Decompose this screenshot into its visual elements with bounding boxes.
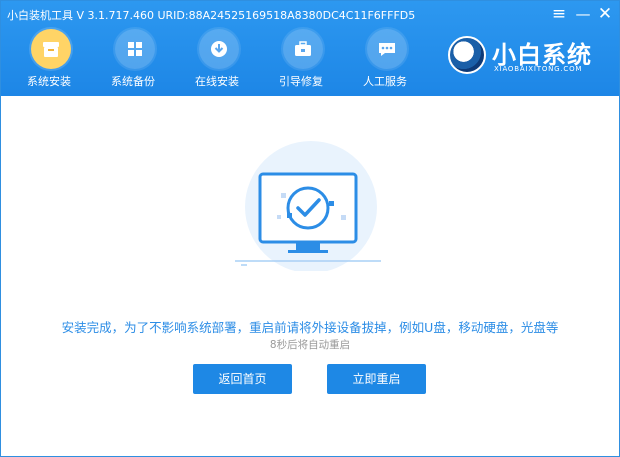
restart-now-button[interactable]: 立即重启 [327, 364, 426, 394]
nav-item-system-install[interactable]: 系统安装 [9, 23, 89, 95]
nav-label: 系统安装 [27, 75, 71, 88]
menu-icon[interactable]: ≡ [549, 4, 569, 24]
nav-item-system-backup[interactable]: 系统备份 [93, 23, 173, 95]
brand-subtitle: XIAOBAIXITONG.COM [494, 65, 583, 73]
main-content: 安装完成，为了不影响系统部署，重启前请将外接设备拔掉，例如U盘，移动硬盘，光盘等… [1, 96, 619, 456]
nav-label: 系统备份 [111, 75, 155, 88]
install-complete-illustration [235, 141, 381, 271]
toolbox-icon [283, 29, 323, 69]
brand-logo [448, 36, 486, 74]
close-icon[interactable]: ✕ [595, 4, 615, 24]
main-nav: 系统安装 系统备份 在线安装 引导修复 人工服务 [1, 23, 431, 95]
installer-window: 小白装机工具 V 3.1.717.460 URID:88A24525169518… [0, 0, 620, 457]
restart-countdown: 8秒后将自动重启 [269, 339, 351, 351]
nav-label: 引导修复 [279, 75, 323, 88]
minimize-icon[interactable]: — [573, 4, 593, 24]
brand: 小白系统 XIAOBAIXITONG.COM [448, 34, 613, 80]
install-complete-message: 安装完成，为了不影响系统部署，重启前请将外接设备拔掉，例如U盘，移动硬盘，光盘等 [61, 320, 559, 335]
chat-icon [367, 29, 407, 69]
window-title: 小白装机工具 V 3.1.717.460 URID:88A24525169518… [7, 9, 416, 22]
nav-item-manual-service[interactable]: 人工服务 [345, 23, 425, 95]
back-to-home-button[interactable]: 返回首页 [193, 364, 292, 394]
nav-item-boot-repair[interactable]: 引导修复 [261, 23, 341, 95]
box-icon [31, 29, 71, 69]
header-bar: 小白装机工具 V 3.1.717.460 URID:88A24525169518… [1, 1, 619, 96]
nav-item-online-install[interactable]: 在线安装 [177, 23, 257, 95]
nav-label: 在线安装 [195, 75, 239, 88]
nav-label: 人工服务 [363, 75, 407, 88]
download-icon [199, 29, 239, 69]
windows-icon [115, 29, 155, 69]
